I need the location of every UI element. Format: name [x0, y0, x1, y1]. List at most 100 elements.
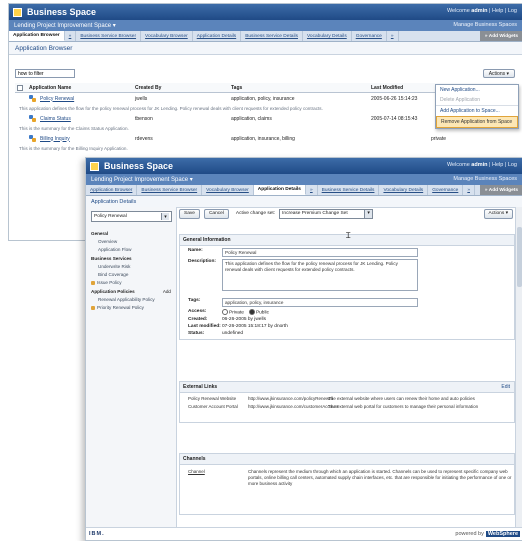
external-links-heading: External Links — [183, 384, 218, 390]
external-links-panel: External Links Edit Policy Renewal Websi… — [179, 381, 515, 423]
nav-item-issue-policy[interactable]: Issue Policy — [86, 278, 176, 286]
change-set-select[interactable]: Increase Premium Change Set ▾ — [279, 208, 374, 219]
tab-vocabulary-details[interactable]: Vocabulary Details — [379, 185, 429, 195]
scrollbar-thumb[interactable] — [517, 227, 522, 287]
tab-governance[interactable]: Governance — [428, 185, 464, 195]
chevron-down-icon: ▾ — [364, 209, 373, 218]
user-name: admin — [471, 8, 488, 14]
tags-label: Tags: — [188, 298, 201, 303]
nav-item-overview[interactable]: Overview — [86, 237, 176, 245]
access-private-radio[interactable]: Private — [222, 309, 244, 315]
space-selector[interactable]: Lending Project Improvement Space ▾ — [91, 176, 193, 183]
edit-external-links-link[interactable]: Edit — [501, 384, 510, 390]
title-bar: Business Space Welcome admin | Help | Lo… — [9, 4, 522, 20]
space-bar: Lending Project Improvement Space ▾ Mana… — [9, 20, 522, 31]
tab-application-details[interactable]: Application Details — [253, 185, 306, 195]
application-name-link[interactable]: Claims Status — [40, 116, 71, 122]
tab-application-details[interactable]: Application Details — [193, 31, 242, 41]
save-button[interactable]: Save — [179, 208, 200, 219]
nav-item-application-flow[interactable]: Application Flow — [86, 245, 176, 253]
title-bar: Business Space Welcome admin | Help | Lo… — [86, 158, 522, 174]
access-public-radio[interactable]: Public — [248, 309, 269, 315]
tags-field[interactable]: application, policy, insurance — [222, 298, 418, 307]
actions-button[interactable]: Actions ▾ — [483, 208, 513, 219]
application-details-window: Business Space Welcome admin | Help | Lo… — [85, 157, 522, 541]
column-created-by[interactable]: Created By — [135, 85, 231, 91]
last-modified-value: 07-26-2005 15:18:17 by dnorth — [222, 324, 288, 330]
link-url[interactable]: http://www.jkinsurance.com/customerAccou… — [248, 404, 339, 409]
tab-vocabulary-browser[interactable]: Vocabulary Browser — [141, 31, 193, 41]
logout-link[interactable]: Log — [508, 162, 517, 168]
manage-spaces-link[interactable]: Manage Business Spaces — [453, 22, 517, 28]
space-selector[interactable]: Lending Project Improvement Space ▾ — [14, 22, 116, 29]
policy-icon — [91, 280, 95, 285]
user-links: Welcome admin | Help | Log — [446, 162, 517, 168]
help-link[interactable]: Help — [492, 162, 503, 168]
actions-button[interactable]: Actions ▾ — [482, 69, 515, 78]
chevron-down-icon: ▾ — [161, 213, 169, 220]
nav-item-renewal-applicability-policy[interactable]: Renewal Applicability Policy — [86, 295, 176, 303]
vertical-scrollbar[interactable] — [515, 207, 522, 528]
add-widgets-button[interactable]: » Add Widgets — [479, 31, 522, 41]
manage-spaces-link[interactable]: Manage Business Spaces — [453, 176, 517, 182]
nav-item-underwrite-risk[interactable]: Underwrite Risk — [86, 262, 176, 270]
status-label: Status: — [188, 331, 205, 337]
tab-vocabulary-browser[interactable]: Vocabulary Browser — [202, 185, 254, 195]
menu-item-delete-application[interactable]: Delete Application — [436, 95, 518, 105]
application-name-link[interactable]: Policy Renewal — [40, 96, 74, 102]
menu-item-add-to-space[interactable]: Add Application to Space... — [436, 105, 518, 116]
add-widgets-button[interactable]: » Add Widgets — [479, 185, 522, 195]
nav-item-bind-coverage[interactable]: Bind Coverage — [86, 270, 176, 278]
tags: application, claims — [231, 115, 272, 122]
created-label: Created: — [188, 317, 208, 323]
column-application-name[interactable]: Application Name — [29, 85, 71, 91]
help-link[interactable]: Help — [492, 8, 503, 14]
logout-link[interactable]: Log — [508, 8, 517, 14]
menu-item-remove-from-space[interactable]: Remove Application from Space — [436, 116, 518, 128]
application-select[interactable]: Policy Renewal ▾ — [91, 211, 172, 222]
link-url[interactable]: http://www.jkinsurance.com/policyRenewal — [248, 396, 333, 401]
list-item: Customer Account Portal http://www.jkins… — [180, 401, 514, 409]
tab-application-browser[interactable]: Application Browser — [86, 185, 138, 195]
description-field[interactable]: This application defines the flow for th… — [222, 259, 418, 291]
tab-more[interactable]: » — [387, 31, 399, 41]
created-by: rdevens — [135, 135, 153, 142]
page-footer: IBM. powered by WebSphere — [86, 527, 522, 540]
name-field[interactable]: Policy Renewal — [222, 248, 418, 257]
tab-overflow[interactable]: » — [306, 185, 318, 195]
channel-description: Channels represent the medium through wh… — [248, 469, 512, 486]
space-bar: Lending Project Improvement Space ▾ Mana… — [86, 174, 522, 185]
tab-business-service-details[interactable]: Business Service Details — [241, 31, 303, 41]
channels-heading: Channels — [180, 454, 514, 465]
application-name-link[interactable]: Billing Inquiry — [40, 136, 70, 142]
row-description: This is the summary for the Billing Inqu… — [19, 146, 128, 151]
tab-application-browser[interactable]: Application Browser — [9, 31, 65, 41]
cancel-button[interactable]: Cancel — [203, 208, 229, 219]
tab-overflow[interactable]: » — [65, 31, 77, 41]
tags: application, policy, insurance — [231, 95, 295, 102]
tab-vocabulary-details[interactable]: Vocabulary Details — [303, 31, 352, 41]
app-title: Business Space — [104, 161, 174, 171]
tab-business-service-browser[interactable]: Business Service Browser — [137, 185, 203, 195]
tab-governance[interactable]: Governance — [352, 31, 387, 41]
business-space-logo-icon — [13, 7, 22, 17]
app-title: Business Space — [27, 7, 97, 17]
text-cursor-icon: Ɪ — [346, 231, 351, 240]
websphere-badge: WebSphere — [485, 531, 520, 537]
select-all-checkbox[interactable] — [17, 84, 23, 91]
tab-business-service-browser[interactable]: Business Service Browser — [76, 31, 142, 41]
tab-more[interactable]: » — [463, 185, 475, 195]
channel-link[interactable]: Channel — [188, 469, 248, 487]
filter-input[interactable] — [15, 69, 75, 78]
tab-business-service-details[interactable]: Business Service Details — [318, 185, 380, 195]
page-tabs: Application Browser » Business Service B… — [9, 31, 522, 42]
nav-item-priority-renewal-policy[interactable]: Priority Renewal Policy — [86, 303, 176, 311]
menu-item-new-application[interactable]: New Application... — [436, 85, 518, 95]
link-description: The external website where users can ren… — [328, 396, 475, 401]
add-policy-link[interactable]: Add — [163, 289, 171, 294]
application-icon — [29, 135, 36, 142]
application-icon — [29, 115, 36, 122]
table-row[interactable]: Billing Inquiry rdevens application, ins… — [15, 133, 517, 144]
column-tags[interactable]: Tags — [231, 85, 371, 91]
user-name: admin — [471, 162, 488, 168]
